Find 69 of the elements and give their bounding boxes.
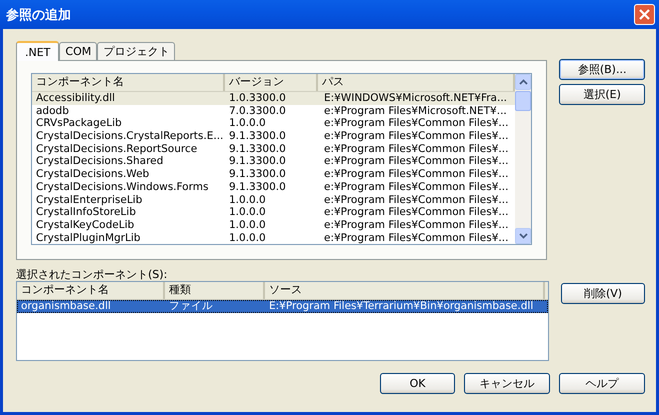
table-cell-text: e:¥Program Files¥Microsoft.NET¥...	[323, 104, 508, 118]
list-row[interactable]: CrystalPluginMgrLib 1.0.0.0 e:¥Program Files¥Common Files¥...	[32, 232, 516, 244]
table-cell-text: e:¥Program Files¥Common Files¥...	[323, 130, 510, 143]
list-row[interactable]: CrystalDecisions.Windows.Forms 9.1.3300.0 e:¥Program Files¥Common Files¥...	[32, 180, 516, 194]
list-row[interactable]: CrystalDecisions.Shared 9.1.3300.0 e:¥Program Files¥Common Files¥...	[32, 155, 516, 168]
table-cell-text: 1.0.0.0	[228, 206, 267, 219]
table-cell-text: e:¥Program Files¥Common Files¥...	[323, 180, 510, 194]
dialog-button[interactable]: キャンセル	[464, 373, 550, 394]
table-cell-text: 7.0.3300.0	[228, 104, 287, 118]
table-cell-text: e:¥Program Files¥Common Files¥...	[323, 206, 510, 219]
table-cell-text: e:¥Program Files¥Common Files¥...	[323, 142, 510, 156]
close-icon	[638, 8, 651, 21]
table-cell-text: E:¥Program Files¥Terrarium¥Bin¥organismbase.dll	[268, 300, 534, 313]
table-cell-text: CrystalPluginMgrLib	[35, 232, 142, 244]
close-button[interactable]	[634, 4, 655, 25]
table-cell-text: 1.0.3300.0	[228, 92, 287, 105]
window-title: 参照の追加	[6, 6, 71, 24]
list-row[interactable]: adodb 7.0.3300.0 e:¥Program Files¥Microsoft.NET¥...	[32, 104, 516, 118]
table-cell-text: e:¥Program Files¥Common Files¥...	[323, 168, 510, 181]
dialog-button[interactable]: OK	[380, 373, 455, 394]
list-row[interactable]: CrystalDecisions.Web 9.1.3300.0 e:¥Program Files¥Common Files¥...	[32, 168, 516, 181]
list-row[interactable]: Accessibility.dll 1.0.3300.0 E:¥WINDOWS¥Microsoft.NET¥Fra...	[32, 92, 516, 105]
table-cell-text: CrystalDecisions.ReportSource	[35, 142, 198, 156]
table-cell-text: e:¥Program Files¥Common Files¥...	[323, 117, 510, 130]
side-button[interactable]: 選択(E)	[559, 84, 645, 105]
table-cell-text: e:¥Program Files¥Common Files¥...	[323, 218, 510, 232]
scrollbar[interactable]	[515, 74, 532, 244]
dialog-button[interactable]: ヘルプ	[559, 373, 645, 394]
table-cell-text: CrystalDecisions.Shared	[35, 155, 164, 168]
table-cell-text: e:¥Program Files¥Common Files¥...	[323, 232, 510, 244]
table-cell-text: 9.1.3300.0	[228, 142, 287, 156]
remove-button[interactable]: 削除(V)	[561, 283, 645, 304]
list-row[interactable]: CrystalDecisions.ReportSource 9.1.3300.0 e:¥Program Files¥Common Files¥...	[32, 142, 516, 156]
table-cell-text: CrystalDecisions.Web	[35, 168, 150, 181]
table-cell-text: 9.1.3300.0	[228, 180, 287, 194]
scroll-up-button[interactable]	[515, 74, 532, 90]
table-cell-text: 1.0.0.0	[228, 218, 267, 232]
tab[interactable]: .NET	[16, 41, 60, 61]
selected-components-label: 選択されたコンポーネント(S):	[16, 267, 168, 281]
table-cell-text: CrystalEnterpriseLib	[35, 194, 144, 206]
table-cell-text: 9.1.3300.0	[228, 130, 287, 143]
scroll-down-button[interactable]	[515, 228, 532, 244]
table-cell-text: 9.1.3300.0	[228, 168, 287, 181]
table-cell-text: CrystalKeyCodeLib	[35, 218, 136, 232]
list-row[interactable]: CrystalKeyCodeLib 1.0.0.0 e:¥Program Files¥Common Files¥...	[32, 218, 516, 232]
list-row[interactable]: CrystalEnterpriseLib 1.0.0.0 e:¥Program Files¥Common Files¥...	[32, 194, 516, 206]
list-row[interactable]: organismbase.dll ファイル E:¥Program Files¥Terrarium¥Bin¥organismbase.dll	[17, 300, 548, 313]
table-cell-text: e:¥Program Files¥Common Files¥...	[323, 194, 510, 206]
tab[interactable]: COM	[59, 42, 98, 60]
table-cell-text: CrystalDecisions.Windows.Forms	[35, 180, 210, 194]
table-cell-text: CRVsPackageLib	[35, 117, 123, 130]
table-cell-text: 1.0.0.0	[228, 232, 267, 244]
table-cell-text: 1.0.0.0	[228, 194, 267, 206]
table-cell-text: ファイル	[168, 300, 214, 313]
table-cell-text: 1.0.0.0	[228, 117, 267, 130]
list-row[interactable]: CRVsPackageLib 1.0.0.0 e:¥Program Files¥Common Files¥...	[32, 117, 516, 130]
list-row[interactable]: CrystalDecisions.CrystalReports.E... 9.1.3300.0 e:¥Program Files¥Common Files¥...	[32, 130, 516, 143]
tab[interactable]: プロジェクト	[97, 42, 176, 60]
table-cell-text: Accessibility.dll	[35, 92, 116, 105]
table-cell-text: CrystalInfoStoreLib	[35, 206, 137, 219]
table-cell-text: E:¥WINDOWS¥Microsoft.NET¥Fra...	[323, 92, 508, 105]
table-cell-text: CrystalDecisions.CrystalReports.E...	[35, 130, 224, 143]
table-cell-text: adodb	[35, 104, 70, 118]
table-cell-text: 9.1.3300.0	[228, 155, 287, 168]
scroll-thumb[interactable]	[515, 91, 532, 111]
table-cell-text: organismbase.dll	[20, 300, 112, 313]
table-cell-text: e:¥Program Files¥Common Files¥...	[323, 155, 510, 168]
list-row[interactable]: CrystalInfoStoreLib 1.0.0.0 e:¥Program Files¥Common Files¥...	[32, 206, 516, 219]
side-button[interactable]: 参照(B)...	[559, 59, 645, 80]
